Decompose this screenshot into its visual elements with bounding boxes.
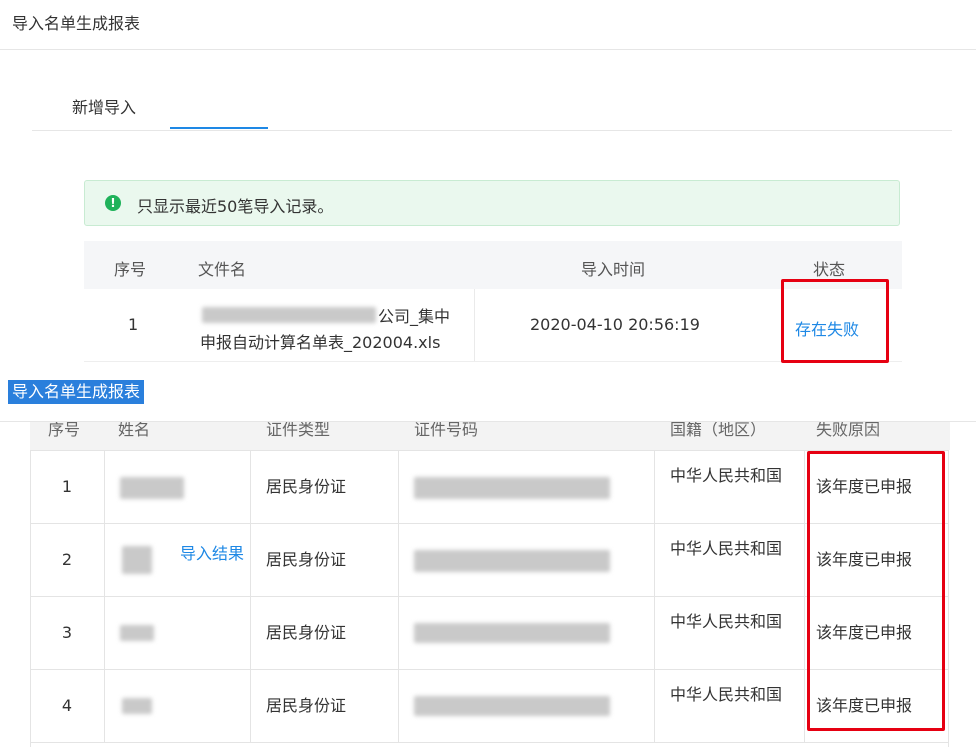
- detail-table-header: 序号 姓名 证件类型 证件号码 国籍（地区） 失败原因: [30, 422, 950, 450]
- tab-bar: 新增导入 导入结果: [32, 90, 952, 563]
- filename-line2: 申报自动计算名单表_202004.xls: [200, 333, 441, 352]
- table-border: [948, 450, 949, 747]
- row-index: 2: [61, 550, 73, 569]
- header-import-time: 导入时间: [581, 260, 646, 279]
- active-tab-indicator: [170, 127, 268, 129]
- nationality: 中华人民共和国: [670, 685, 783, 704]
- redacted-name: [122, 546, 152, 574]
- exclamation-circle-icon: !: [105, 195, 121, 211]
- alert-text: 只显示最近50笔导入记录。: [137, 197, 334, 216]
- header-index: 序号: [48, 422, 81, 439]
- divider: [0, 49, 976, 50]
- doc-type: 居民身份证: [266, 623, 347, 642]
- header-status: 状态: [813, 260, 846, 279]
- header-name: 姓名: [118, 422, 151, 439]
- doc-type: 居民身份证: [266, 550, 347, 569]
- row-index: 4: [61, 696, 73, 715]
- page-title: 导入名单生成报表: [12, 14, 141, 33]
- redacted-name: [120, 477, 184, 499]
- row-index: 1: [61, 477, 73, 496]
- filename-line1: 公司_集中: [378, 307, 451, 326]
- redacted-id: [414, 623, 610, 643]
- table-border: [30, 450, 31, 747]
- redacted-id: [414, 477, 610, 499]
- highlight-box: [781, 279, 889, 363]
- header-doc-number: 证件号码: [414, 422, 479, 439]
- doc-type: 居民身份证: [266, 696, 347, 715]
- tab-new-import[interactable]: 新增导入: [72, 94, 136, 118]
- redacted-name: [122, 698, 152, 714]
- redacted-id: [414, 550, 610, 572]
- header-doc-type: 证件类型: [266, 422, 331, 439]
- redacted-text: [202, 307, 376, 323]
- import-time: 2020-04-10 20:56:19: [530, 315, 700, 334]
- header-filename: 文件名: [198, 260, 247, 279]
- row-index: 1: [128, 315, 139, 334]
- info-alert: ! 只显示最近50笔导入记录。: [84, 180, 900, 226]
- header-fail-reason: 失败原因: [816, 422, 881, 439]
- section-label: 导入名单生成报表: [8, 380, 145, 404]
- doc-type: 居民身份证: [266, 477, 347, 496]
- redacted-name: [120, 625, 154, 641]
- table-row: 1 公司_集中 申报自动计算名单表_202004.xls 2020-04-10 …: [84, 289, 902, 362]
- header-index: 序号: [114, 260, 147, 279]
- import-table-header: 序号 文件名 导入时间 状态: [84, 241, 902, 289]
- header-nationality: 国籍（地区）: [670, 422, 767, 439]
- column-divider: [474, 289, 475, 361]
- highlight-box: [807, 451, 945, 731]
- redacted-id: [414, 696, 610, 716]
- row-index: 3: [61, 623, 73, 642]
